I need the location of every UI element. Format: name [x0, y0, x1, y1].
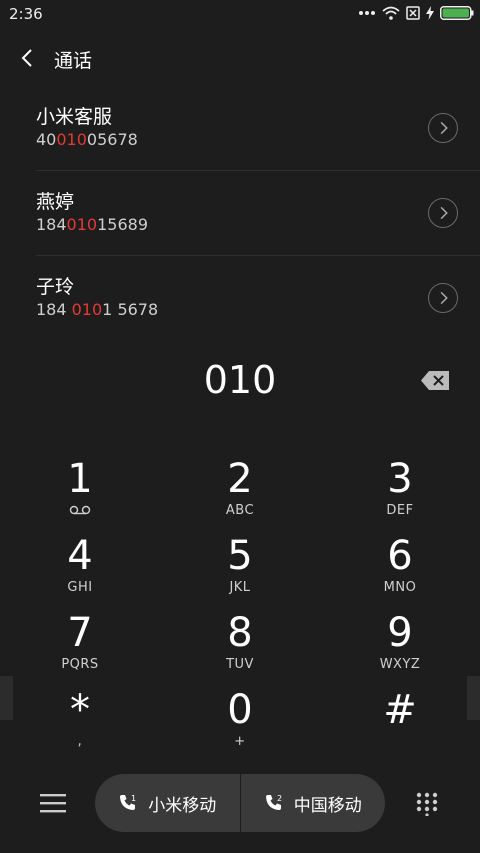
edge-handle-left [0, 676, 13, 720]
status-bar: 2:36 [0, 0, 480, 28]
list-item[interactable]: 小米客服 4001005678 [0, 86, 480, 170]
dialpad-icon[interactable] [415, 792, 439, 816]
list-item[interactable]: 子玲 184 0101 5678 [0, 256, 480, 340]
call-sim1-button[interactable]: 1 小米移动 [95, 774, 240, 832]
no-sim-icon [406, 6, 420, 20]
status-time: 2:36 [9, 5, 43, 23]
bottom-bar: 1 小米移动 2 中国移动 [0, 774, 480, 834]
wifi-icon [382, 6, 400, 20]
sim2-label: 中国移动 [293, 795, 362, 816]
more-icon [359, 11, 375, 15]
dial-input[interactable]: 010 [0, 358, 480, 402]
chevron-left-icon[interactable] [18, 44, 38, 72]
chevron-right-icon[interactable] [428, 113, 458, 143]
page-title: 通话 [54, 50, 93, 72]
charging-icon [426, 6, 434, 20]
key-4[interactable]: 4 GHI [0, 535, 160, 609]
contact-number: 18401015689 [36, 215, 148, 234]
menu-icon[interactable] [40, 792, 66, 814]
contact-name: 子玲 [36, 276, 75, 298]
key-2[interactable]: 2 ABC [160, 458, 320, 532]
chevron-right-icon[interactable] [428, 283, 458, 313]
svg-text:1: 1 [131, 794, 136, 803]
sim1-label: 小米移动 [148, 795, 217, 816]
call-sim2-button[interactable]: 2 中国移动 [241, 774, 386, 832]
header: 通话 [0, 38, 480, 78]
sim-call-buttons: 1 小米移动 2 中国移动 [95, 774, 385, 832]
key-7[interactable]: 7 PQRS [0, 612, 160, 686]
key-0[interactable]: 0 + [160, 689, 320, 763]
key-star[interactable]: *, [0, 689, 160, 763]
contact-name: 小米客服 [36, 106, 113, 128]
contact-number: 4001005678 [36, 130, 138, 149]
backspace-icon[interactable] [420, 370, 450, 391]
list-item[interactable]: 燕婷 18401015689 [0, 171, 480, 255]
key-9[interactable]: 9 WXYZ [320, 612, 480, 686]
status-icons [358, 6, 474, 20]
edge-handle-right [467, 676, 480, 720]
key-8[interactable]: 8 TUV [160, 612, 320, 686]
key-3[interactable]: 3 DEF [320, 458, 480, 532]
battery-icon [440, 6, 474, 20]
phone-sim2-icon: 2 [265, 794, 282, 810]
svg-text:2: 2 [277, 794, 282, 803]
key-1[interactable]: 1 [0, 458, 160, 532]
contact-number: 184 0101 5678 [36, 300, 159, 319]
key-hash[interactable]: # [320, 689, 480, 763]
key-6[interactable]: 6 MNO [320, 535, 480, 609]
contact-name: 燕婷 [36, 191, 75, 213]
key-5[interactable]: 5 JKL [160, 535, 320, 609]
voicemail-icon [69, 505, 91, 515]
phone-sim1-icon: 1 [120, 794, 136, 810]
chevron-right-icon[interactable] [428, 198, 458, 228]
